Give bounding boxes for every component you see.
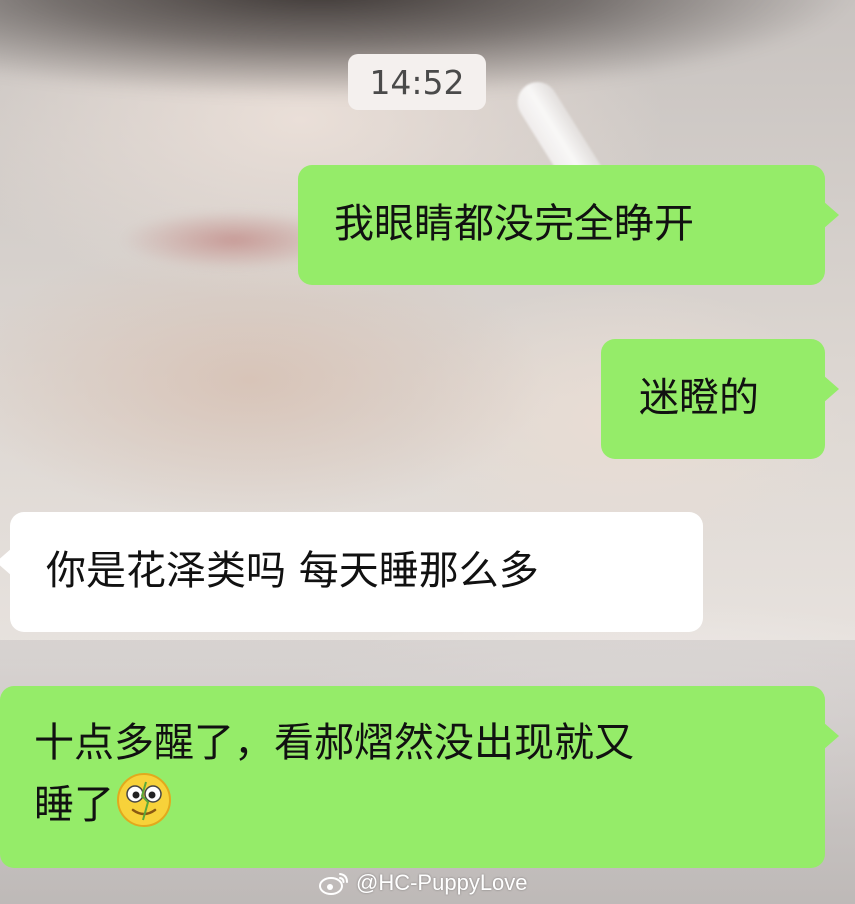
zipper-mouth-dizzy-face-emoji: [116, 772, 172, 828]
message-bubble-sent[interactable]: 我眼睛都没完全睁开: [298, 165, 839, 285]
message-bubble-received[interactable]: 你是花泽类吗 每天睡那么多: [0, 512, 703, 632]
message-bubble-sent[interactable]: 十点多醒了，看郝熠然没出现就又 睡了: [0, 686, 839, 868]
watermark: @HC-PuppyLove: [318, 870, 528, 896]
message-text-line-2: 睡了: [34, 782, 114, 828]
message-text: 你是花泽类吗 每天睡那么多: [46, 548, 539, 594]
watermark-handle: @HC-PuppyLove: [356, 870, 528, 895]
message-text-line-1: 十点多醒了，看郝熠然没出现就又: [34, 720, 634, 766]
background-face-blur: [120, 210, 310, 270]
message-text: 迷瞪的: [639, 375, 759, 421]
message-text: 我眼睛都没完全睁开: [334, 201, 694, 247]
message-timestamp: 14:52: [348, 54, 486, 110]
message-bubble-sent[interactable]: 迷瞪的: [601, 339, 839, 459]
weibo-icon: [318, 870, 350, 896]
